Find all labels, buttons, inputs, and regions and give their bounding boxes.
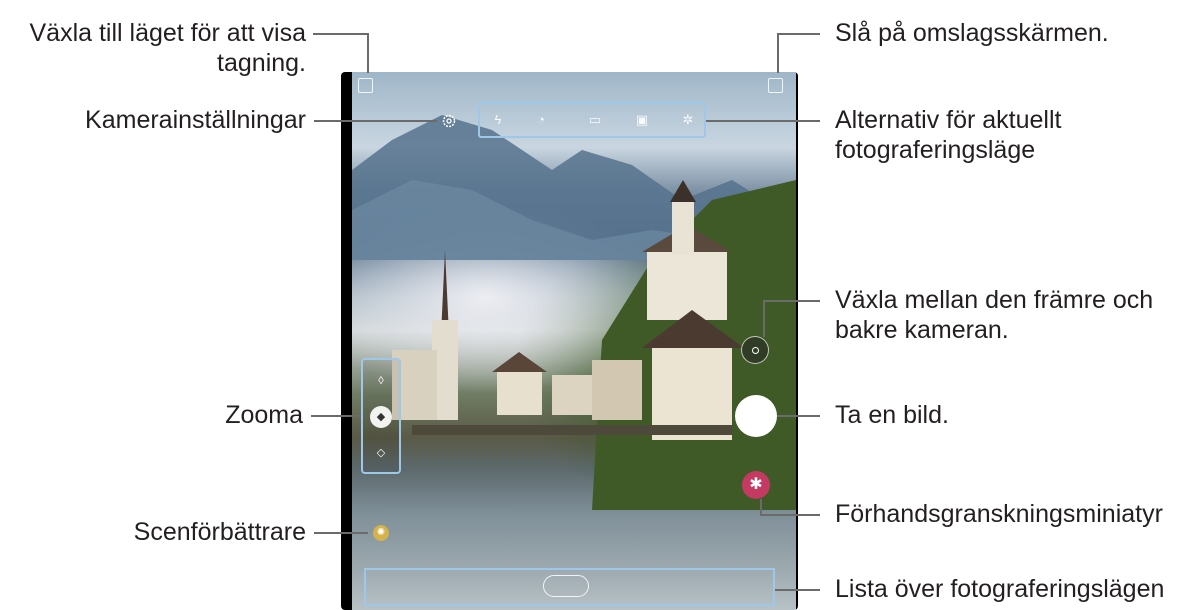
callout-line-options [706, 120, 820, 122]
callout-scene: Scenförbättrare [133, 518, 306, 546]
callout-line-shutter [777, 415, 820, 417]
filter-icon[interactable]: ✲ [680, 112, 696, 128]
callout-options-line1: Alternativ för aktuellt [835, 106, 1062, 134]
callout-view-mode-line1: Växla till läget för att visa [29, 19, 306, 47]
callout-line-scene [314, 532, 368, 534]
callout-line-modes [775, 589, 820, 591]
scene-optimizer-icon[interactable]: ✺ [373, 525, 389, 541]
callout-line-view-mode-v [367, 33, 369, 73]
flash-icon[interactable]: ϟ [490, 112, 506, 128]
callout-line-preview-v [760, 499, 762, 516]
preview-thumbnail-icon[interactable]: ✱ [742, 471, 770, 499]
callout-settings: Kamerainställningar [85, 106, 306, 134]
selected-mode[interactable] [543, 575, 589, 597]
shutter-button[interactable] [735, 395, 777, 437]
callout-switch-line1: Växla mellan den främre och [835, 286, 1154, 314]
timer-icon[interactable]: ◔ [533, 112, 549, 128]
cover-screen-icon[interactable] [768, 78, 783, 93]
callout-line-cover-v [777, 33, 779, 73]
callout-switch: Växla mellan den främre och bakre kamera… [835, 285, 1153, 345]
callout-switch-line2: bakre kameran. [835, 316, 1009, 344]
callout-line-cover [778, 33, 820, 35]
callout-line-settings [314, 120, 437, 122]
callout-zoom: Zooma [225, 401, 303, 429]
switch-camera-icon[interactable] [741, 336, 769, 364]
callout-cover-screen: Slå på omslagsskärmen. [835, 19, 1109, 47]
viewfinder-village [392, 180, 796, 510]
ultra-wide-icon[interactable]: ◊ [370, 370, 392, 392]
motion-photo-icon[interactable]: ▣ [634, 112, 650, 128]
wide-icon[interactable]: ◆ [370, 406, 392, 428]
callout-preview: Förhandsgranskningsminiatyr [835, 500, 1163, 528]
screen-mode-icon[interactable] [358, 78, 373, 93]
telephoto-icon[interactable]: ◇ [370, 442, 392, 464]
callout-line-preview [761, 514, 820, 516]
callout-options: Alternativ för aktuellt fotograferingslä… [835, 105, 1062, 165]
callout-view-mode-line2: tagning. [217, 49, 306, 77]
callout-modes: Lista över fotograferingslägen [835, 575, 1165, 603]
callout-line-switch [764, 300, 820, 302]
callout-view-mode: Växla till läget för att visa tagning. [0, 18, 306, 78]
callout-options-line2: fotograferingsläge [835, 136, 1036, 164]
ratio-icon[interactable]: ▭ [585, 112, 605, 128]
callout-line-view-mode [313, 33, 368, 35]
callout-line-zoom [311, 415, 361, 417]
gear-icon[interactable] [441, 113, 457, 129]
callout-line-switch-v [763, 300, 765, 337]
callout-shutter: Ta en bild. [835, 401, 949, 429]
